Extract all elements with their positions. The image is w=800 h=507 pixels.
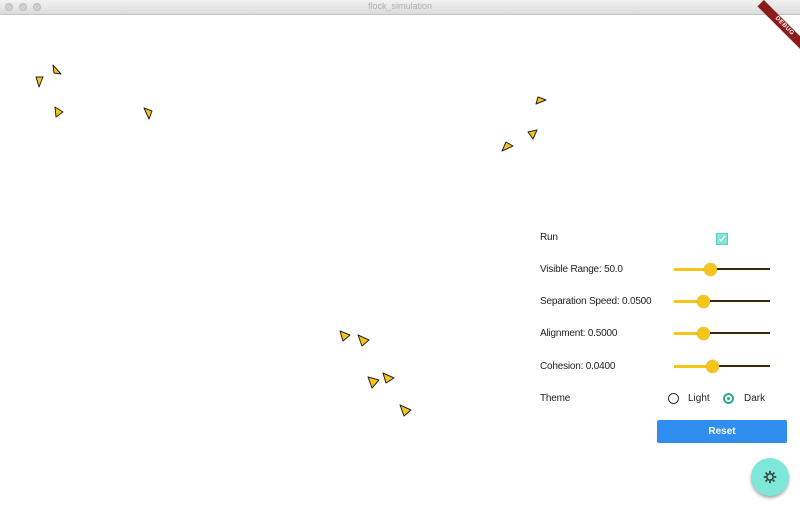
- check-icon: [718, 235, 726, 242]
- visible-range-label: Visible Range: 50.0: [540, 264, 623, 275]
- slider-inactive-track: [710, 268, 770, 270]
- theme-light-radio[interactable]: [668, 393, 679, 404]
- slider-thumb[interactable]: [706, 360, 720, 373]
- cohesion-slider[interactable]: [674, 360, 770, 373]
- slider-inactive-track: [712, 365, 770, 367]
- theme-label: Theme: [540, 393, 571, 404]
- reset-button[interactable]: Reset: [657, 420, 787, 443]
- cohesion-label: Cohesion: 0.0400: [540, 361, 616, 372]
- slider-thumb[interactable]: [696, 295, 710, 308]
- theme-row: Theme Light Dark: [540, 389, 790, 409]
- run-checkbox[interactable]: [716, 233, 728, 245]
- reset-row: Reset: [540, 420, 790, 443]
- boid: [399, 404, 412, 417]
- boid: [382, 372, 395, 384]
- boid: [535, 96, 547, 105]
- run-label: Run: [540, 232, 558, 243]
- boid: [339, 330, 351, 342]
- theme-dark-radio[interactable]: [723, 393, 734, 404]
- boid: [501, 141, 514, 152]
- visible-range-slider[interactable]: [674, 263, 770, 276]
- window-title: flock_simulation: [367, 1, 433, 11]
- boid: [527, 129, 538, 140]
- window-titlebar: flock_simulation: [0, 0, 800, 15]
- slider-inactive-track: [702, 332, 770, 334]
- boid: [35, 76, 44, 88]
- theme-dark-label: Dark: [744, 393, 766, 404]
- boid: [52, 64, 62, 75]
- boid: [143, 107, 153, 120]
- alignment-label: Alignment: 0.5000: [540, 328, 618, 339]
- slider-thumb[interactable]: [696, 327, 710, 340]
- boid: [357, 334, 370, 347]
- slider-thumb[interactable]: [704, 263, 718, 276]
- alignment-slider[interactable]: [674, 327, 770, 340]
- settings-icon: [763, 470, 777, 484]
- boid: [54, 106, 64, 118]
- separation-speed-slider[interactable]: [674, 295, 770, 308]
- slider-inactive-track: [702, 300, 770, 302]
- settings-fab[interactable]: [751, 458, 789, 496]
- theme-light-label: Light: [688, 393, 710, 404]
- boid: [367, 376, 380, 389]
- separation-speed-label: Separation Speed: 0.0500: [540, 296, 652, 307]
